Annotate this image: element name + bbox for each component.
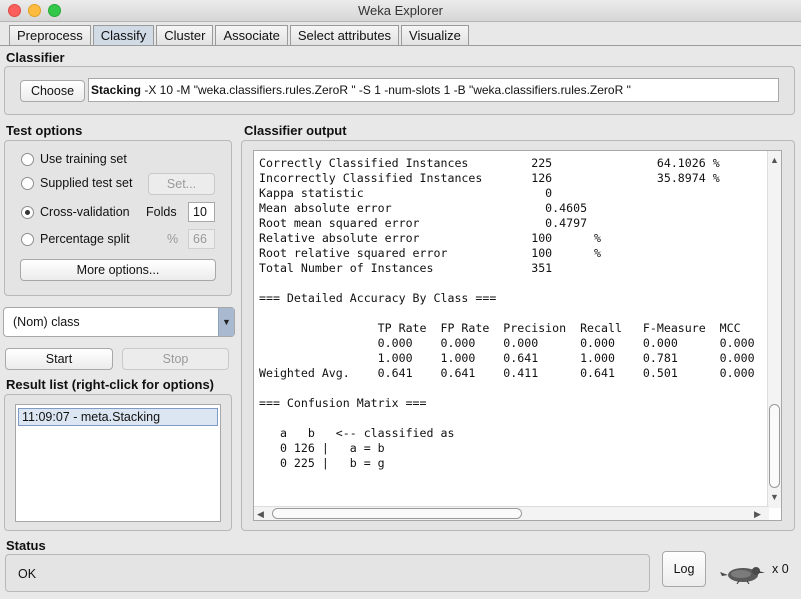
window-title: Weka Explorer xyxy=(357,3,443,18)
tab-select-attributes[interactable]: Select attributes xyxy=(289,25,400,45)
test-options-label: Test options xyxy=(6,123,83,138)
folds-input[interactable]: 10 xyxy=(188,202,215,222)
start-button[interactable]: Start xyxy=(5,348,113,370)
class-attribute-value: (Nom) class xyxy=(13,315,80,329)
stop-button[interactable]: Stop xyxy=(122,348,229,370)
classifier-config-field[interactable]: Stacking -X 10 -M "weka.classifiers.rule… xyxy=(88,78,779,102)
tab-visualize[interactable]: Visualize xyxy=(401,25,469,45)
classifier-options: -X 10 -M "weka.classifiers.rules.ZeroR "… xyxy=(141,83,631,97)
use-training-set-radio[interactable] xyxy=(21,152,34,166)
percentage-split-radio[interactable] xyxy=(21,232,34,246)
tab-preprocess[interactable]: Preprocess xyxy=(9,25,91,45)
scroll-right-arrow-icon[interactable]: ▶ xyxy=(754,508,761,520)
status-section-label: Status xyxy=(6,538,46,553)
cross-validation-label: Cross-validation xyxy=(40,205,130,219)
status-bar: OK xyxy=(5,554,650,592)
classifier-output-label: Classifier output xyxy=(244,123,347,138)
percent-symbol: % xyxy=(167,232,179,246)
use-training-set-option[interactable]: Use training set xyxy=(21,150,127,168)
more-options-button[interactable]: More options... xyxy=(20,259,216,281)
classifier-output-text: Correctly Classified Instances 225 64.10… xyxy=(259,156,755,470)
use-training-set-label: Use training set xyxy=(40,152,127,166)
result-list-label: Result list (right-click for options) xyxy=(6,377,215,392)
output-vertical-scrollbar[interactable]: ▲ ▼ xyxy=(767,151,781,508)
cross-validation-radio[interactable] xyxy=(21,205,34,219)
output-vertical-scroll-thumb[interactable] xyxy=(769,404,780,488)
percentage-input[interactable]: 66 xyxy=(188,229,215,249)
cross-validation-option[interactable]: Cross-validation xyxy=(21,203,130,221)
task-count: x 0 xyxy=(772,562,789,576)
result-list[interactable]: 11:09:07 - meta.Stacking xyxy=(15,404,221,522)
tab-classify[interactable]: Classify xyxy=(92,25,155,45)
class-attribute-select[interactable]: (Nom) class ▼ xyxy=(3,307,235,337)
supplied-test-set-radio[interactable] xyxy=(21,176,34,190)
scroll-up-arrow-icon[interactable]: ▲ xyxy=(770,154,779,166)
percentage-split-option[interactable]: Percentage split xyxy=(21,230,130,248)
title-bar: Weka Explorer xyxy=(0,0,801,22)
choose-button[interactable]: Choose xyxy=(20,80,85,102)
folds-label: Folds xyxy=(146,205,177,219)
classifier-output-area[interactable]: Correctly Classified Instances 225 64.10… xyxy=(253,150,782,521)
tab-cluster[interactable]: Cluster xyxy=(156,25,214,45)
tab-associate[interactable]: Associate xyxy=(215,25,288,45)
percentage-split-label: Percentage split xyxy=(40,232,130,246)
status-text: OK xyxy=(18,567,37,581)
scroll-left-arrow-icon[interactable]: ◀ xyxy=(257,508,264,520)
result-list-item[interactable]: 11:09:07 - meta.Stacking xyxy=(18,408,218,426)
classifier-name: Stacking xyxy=(91,83,142,97)
tab-divider xyxy=(0,45,801,46)
set-test-set-button[interactable]: Set... xyxy=(148,173,215,195)
supplied-test-set-label: Supplied test set xyxy=(40,176,133,190)
weka-bird-icon[interactable] xyxy=(719,564,765,584)
output-horizontal-scroll-thumb[interactable] xyxy=(272,508,522,519)
supplied-test-set-option[interactable]: Supplied test set xyxy=(21,174,132,192)
tab-bar: Preprocess Classify Cluster Associate Se… xyxy=(9,25,471,45)
output-horizontal-scrollbar[interactable]: ◀ ▶ xyxy=(254,506,769,520)
log-button[interactable]: Log xyxy=(662,551,706,587)
scroll-down-arrow-icon[interactable]: ▼ xyxy=(770,491,779,503)
classifier-section-label: Classifier xyxy=(6,50,65,65)
chevron-down-icon[interactable]: ▼ xyxy=(218,308,234,336)
